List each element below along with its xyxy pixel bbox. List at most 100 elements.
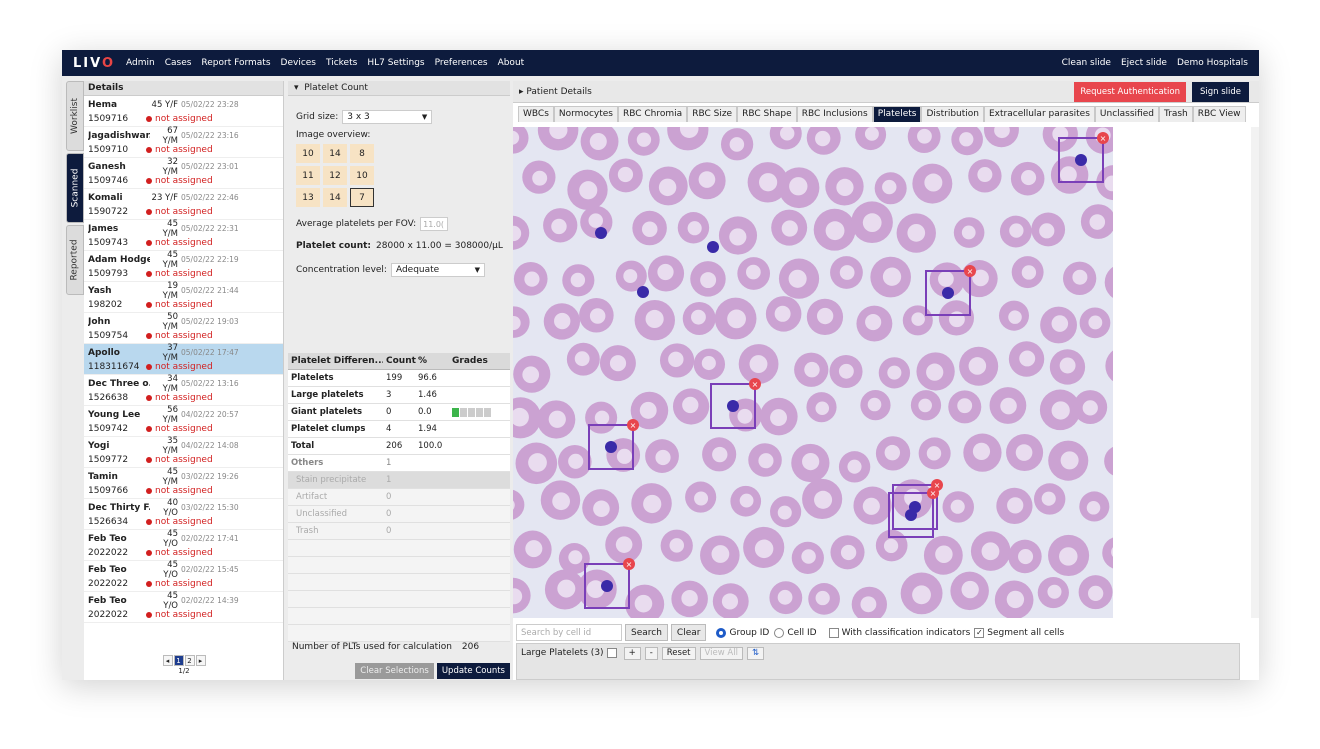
nav-report-formats[interactable]: Report Formats bbox=[201, 58, 270, 68]
request-authentication-button[interactable]: Request Authentication bbox=[1074, 81, 1186, 102]
nav-about[interactable]: About bbox=[498, 58, 525, 68]
case-list-item[interactable]: Yash 19 Y/M 05/02/22 21:44 198202 not assign… bbox=[84, 281, 283, 313]
platelet-count-header[interactable]: ▾ Platelet Count bbox=[288, 81, 510, 96]
platelet[interactable] bbox=[595, 227, 607, 239]
column-header[interactable]: Grades bbox=[449, 356, 510, 366]
detected-platelet[interactable] bbox=[727, 400, 739, 412]
case-list-item[interactable]: Yogi 35 Y/M 04/02/22 14:08 1509772 not assig… bbox=[84, 436, 283, 468]
tab-worklist[interactable]: Worklist bbox=[66, 81, 84, 151]
column-header[interactable]: Count bbox=[383, 356, 416, 366]
grade-indicator[interactable] bbox=[468, 407, 475, 417]
grid-size-select[interactable]: 3 x 3 ▼ bbox=[342, 110, 433, 124]
tab-distribution[interactable]: Distribution bbox=[921, 106, 984, 122]
sort-icon[interactable]: ⇅ bbox=[746, 646, 765, 660]
reset-button[interactable]: Reset bbox=[661, 646, 696, 660]
segment-all-cells-checkbox[interactable]: ✓ bbox=[974, 627, 985, 638]
tab-rbc-size[interactable]: RBC Size bbox=[687, 106, 738, 122]
tab-normocytes[interactable]: Normocytes bbox=[553, 106, 618, 122]
tab-reported[interactable]: Reported bbox=[66, 225, 84, 295]
grid-cell[interactable]: 11 bbox=[296, 166, 320, 185]
page-1-button[interactable]: 1 bbox=[173, 655, 184, 666]
nav-cases[interactable]: Cases bbox=[165, 58, 192, 68]
others-row[interactable]: Others 1 bbox=[288, 455, 510, 472]
smear-image-viewer[interactable]: × × × × × × × bbox=[513, 127, 1113, 618]
table-row[interactable]: Platelets 199 96.6 bbox=[288, 370, 510, 387]
livo-logo[interactable]: LIVO bbox=[73, 56, 115, 71]
eject-slide-link[interactable]: Eject slide bbox=[1121, 58, 1167, 68]
column-header[interactable]: Platelet Differen... bbox=[288, 356, 383, 366]
next-page-button[interactable]: ▸ bbox=[195, 655, 206, 666]
column-header[interactable]: % bbox=[415, 356, 449, 366]
patient-details-toggle[interactable]: ▸ Patient Details bbox=[519, 87, 592, 97]
detected-platelet[interactable] bbox=[605, 441, 617, 453]
nav-hl7-settings[interactable]: HL7 Settings bbox=[367, 58, 424, 68]
table-row[interactable]: Unclassified 0 bbox=[288, 506, 510, 523]
classification-indicators-checkbox[interactable] bbox=[828, 627, 839, 638]
cell-id-radio[interactable] bbox=[774, 627, 785, 638]
zoom-in-button[interactable]: + bbox=[623, 646, 641, 660]
clear-selections-button[interactable]: Clear Selections bbox=[355, 663, 434, 679]
case-list-item[interactable]: Tamin 45 Y/M 03/02/22 19:26 1509766 not assi… bbox=[84, 467, 283, 499]
case-list-item[interactable]: Apollo 37 Y/M 05/02/22 17:47 118311674 not a… bbox=[84, 343, 283, 375]
case-list-item[interactable]: Adam Hodge 45 Y/M 05/02/22 22:19 1509793 not… bbox=[84, 250, 283, 282]
grid-cell[interactable]: 12 bbox=[323, 166, 347, 185]
case-list-item[interactable]: Jagadishwar... 67 Y/M05/02/22 23:16 150971… bbox=[84, 126, 283, 158]
tab-wbcs[interactable]: WBCs bbox=[518, 106, 554, 122]
case-list-item[interactable]: James 45 Y/M 05/02/22 22:31 1509743 not assi… bbox=[84, 219, 283, 251]
average-platelets-input[interactable]: 11.0( bbox=[420, 217, 449, 231]
group-id-radio[interactable] bbox=[716, 627, 727, 638]
prev-page-button[interactable]: ◂ bbox=[162, 655, 173, 666]
case-list-item[interactable]: Ganesh 32 Y/M 05/02/22 23:01 1509746 not ass… bbox=[84, 157, 283, 189]
case-list-item[interactable]: John 50 Y/M 05/02/22 19:03 1509754 not assig… bbox=[84, 312, 283, 344]
tab-rbc-view[interactable]: RBC View bbox=[1192, 106, 1246, 122]
platelet[interactable] bbox=[707, 241, 719, 253]
detected-platelet[interactable] bbox=[1075, 154, 1087, 166]
case-list-item[interactable]: Komali 23 Y/F 05/02/22 22:46 1590722 not ass… bbox=[84, 189, 283, 220]
grade-indicator[interactable] bbox=[460, 407, 467, 417]
zoom-out-button[interactable]: - bbox=[644, 646, 658, 660]
case-list-item[interactable]: Dec Three o... 34 Y/M05/02/22 13:16 152663… bbox=[84, 374, 283, 406]
grid-cell[interactable]: 10 bbox=[296, 144, 320, 163]
grid-cell[interactable]: 10 bbox=[350, 166, 374, 185]
grade-indicator[interactable] bbox=[476, 407, 483, 417]
nav-preferences[interactable]: Preferences bbox=[435, 58, 488, 68]
vertical-scrollbar[interactable] bbox=[1251, 127, 1259, 618]
case-list-item[interactable]: Feb Teo 45 Y/O 02/02/22 14:39 2022022 not as… bbox=[84, 591, 283, 623]
hospital-name-link[interactable]: Demo Hospitals bbox=[1177, 58, 1248, 68]
tab-platelets[interactable]: Platelets bbox=[872, 106, 922, 122]
tab-scanned[interactable]: Scanned bbox=[66, 153, 84, 223]
table-row[interactable]: Stain precipitate 1 bbox=[288, 472, 510, 489]
cell-id-search-input[interactable]: Search by cell id bbox=[516, 624, 622, 641]
case-list-item[interactable]: Feb Teo 45 Y/O 02/02/22 15:45 2022022 not as… bbox=[84, 560, 283, 592]
table-row[interactable]: Large platelets 3 1.46 bbox=[288, 387, 510, 404]
detected-platelet[interactable] bbox=[905, 509, 917, 521]
grade-indicator[interactable] bbox=[484, 407, 491, 417]
table-row[interactable]: Artifact 0 bbox=[288, 489, 510, 506]
grid-cell[interactable]: 14 bbox=[323, 188, 347, 207]
tab-extracellular-parasites[interactable]: Extracellular parasites bbox=[983, 106, 1095, 122]
grid-cell[interactable]: 8 bbox=[350, 144, 374, 163]
concentration-select[interactable]: Adequate ▼ bbox=[390, 263, 485, 277]
search-button[interactable]: Search bbox=[625, 624, 668, 641]
tab-rbc-inclusions[interactable]: RBC Inclusions bbox=[796, 106, 873, 122]
nav-tickets[interactable]: Tickets bbox=[326, 58, 357, 68]
blood-smear-image[interactable]: ××××××× bbox=[513, 127, 1113, 618]
grid-cell[interactable]: 14 bbox=[323, 144, 347, 163]
clear-button[interactable]: Clear bbox=[670, 624, 707, 641]
nav-admin[interactable]: Admin bbox=[126, 58, 155, 68]
grid-cell-selected[interactable]: 7 bbox=[350, 188, 374, 207]
platelet[interactable] bbox=[637, 286, 649, 298]
grid-cell[interactable]: 13 bbox=[296, 188, 320, 207]
tab-trash[interactable]: Trash bbox=[1158, 106, 1193, 122]
table-row[interactable]: Giant platelets 0 0.0 bbox=[288, 404, 510, 421]
tab-rbc-shape[interactable]: RBC Shape bbox=[737, 106, 797, 122]
view-all-button[interactable]: View All bbox=[699, 646, 743, 660]
grade-indicator[interactable] bbox=[452, 407, 459, 417]
update-counts-button[interactable]: Update Counts bbox=[436, 663, 510, 679]
table-row[interactable]: Trash 0 bbox=[288, 523, 510, 540]
clean-slide-link[interactable]: Clean slide bbox=[1062, 58, 1111, 68]
case-list-item[interactable]: Hema 45 Y/F 05/02/22 23:28 1509716 not assig… bbox=[84, 96, 283, 127]
table-row[interactable]: Platelet clumps 4 1.94 bbox=[288, 421, 510, 438]
detected-platelet[interactable] bbox=[942, 287, 954, 299]
nav-devices[interactable]: Devices bbox=[281, 58, 316, 68]
